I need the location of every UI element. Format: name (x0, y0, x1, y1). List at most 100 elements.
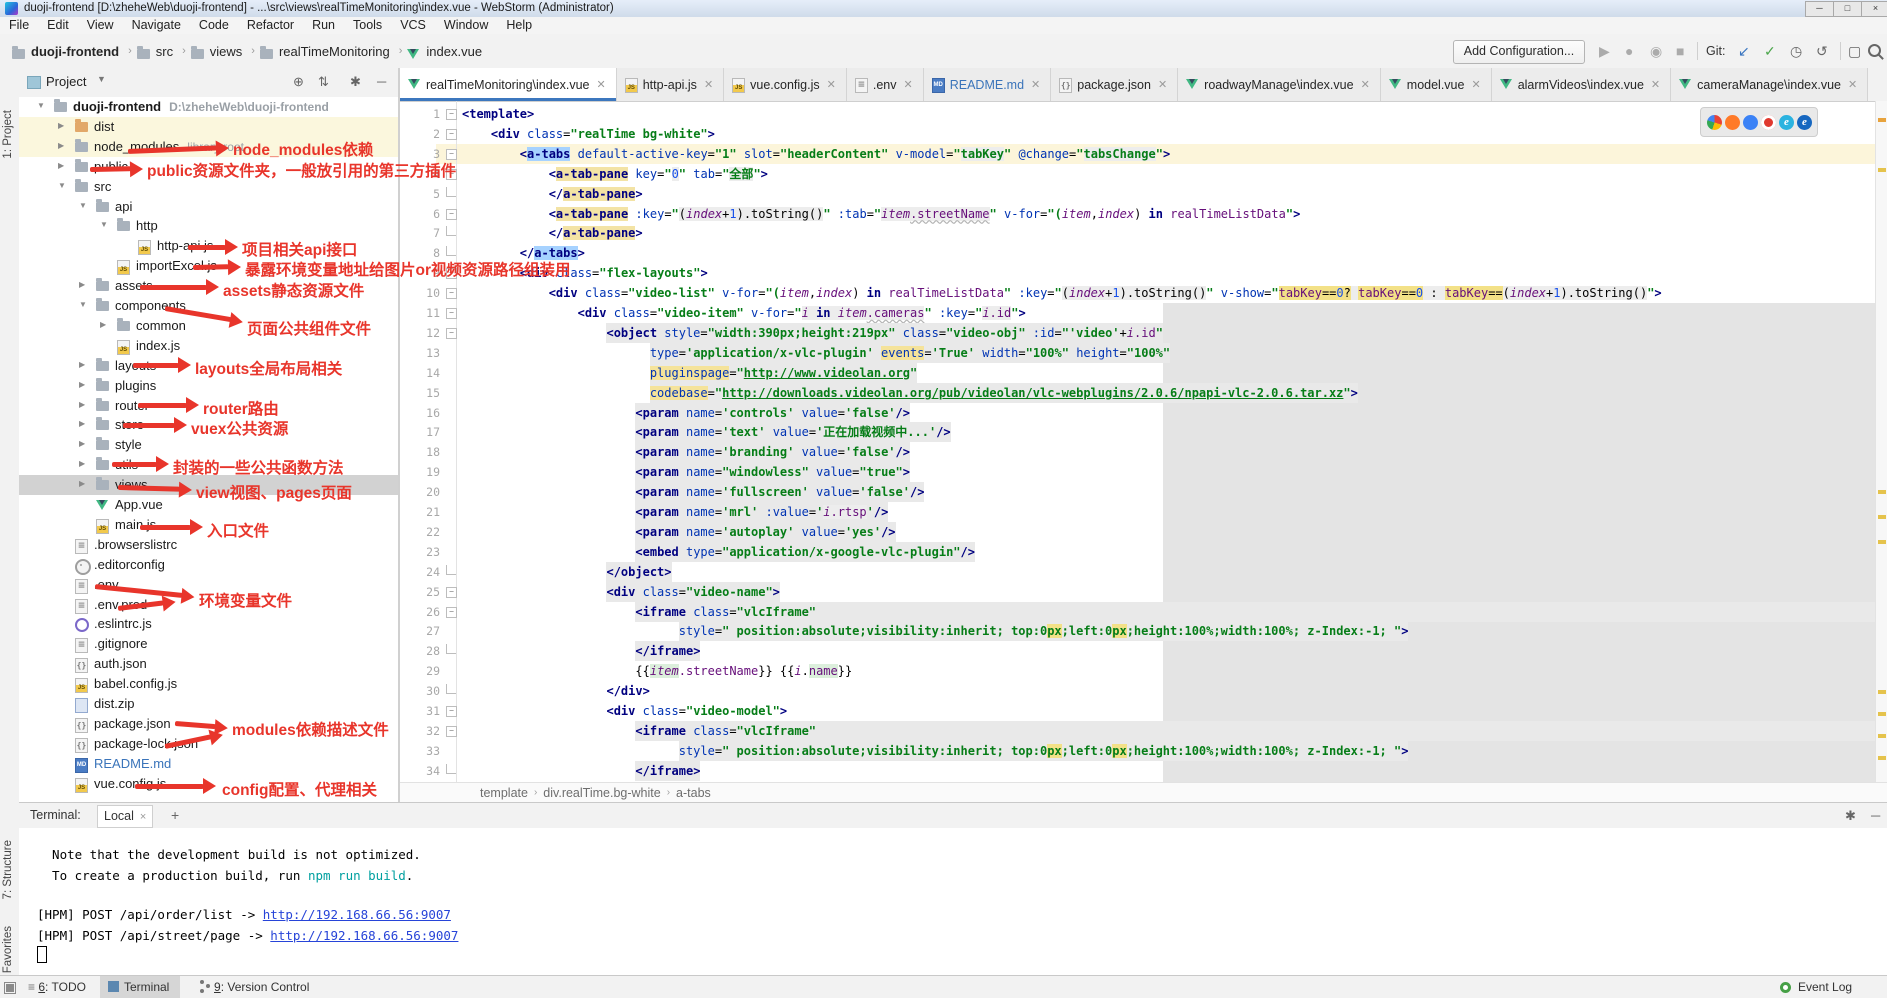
line-number[interactable]: 13 (402, 343, 440, 363)
line-number[interactable]: 33 (402, 741, 440, 761)
close-icon[interactable]: ✕ (1848, 78, 1857, 91)
project-panel-title[interactable]: Project (46, 74, 86, 89)
line-number[interactable]: 7 (402, 223, 440, 243)
scrollbar-mark[interactable] (1878, 168, 1886, 172)
menu-item-vcs[interactable]: VCS (391, 17, 435, 34)
scrollbar-mark[interactable] (1878, 690, 1886, 694)
breadcrumb-item[interactable]: duoji-frontend (12, 44, 119, 59)
chevron-right-icon[interactable]: ▶ (79, 459, 85, 468)
breadcrumb-item[interactable]: ›realTimeMonitoring (246, 44, 389, 59)
scrollbar-mark[interactable] (1878, 712, 1886, 716)
maximize-button[interactable]: □ (1833, 1, 1862, 17)
fold-end-icon[interactable] (446, 684, 456, 694)
fold-marker-icon[interactable]: − (446, 308, 457, 319)
close-icon[interactable]: ✕ (904, 78, 913, 91)
code-line[interactable]: <param name='mrl' :value='i.rtsp'/> (462, 502, 888, 522)
close-icon[interactable]: ✕ (827, 78, 836, 91)
chrome-browser-icon[interactable] (1707, 115, 1722, 130)
code-line[interactable]: <param name='text' value='正在加载视频中...'/> (462, 422, 951, 442)
line-number[interactable]: 31 (402, 701, 440, 721)
line-number[interactable]: 26 (402, 602, 440, 622)
terminal-link[interactable]: http://192.168.66.56:9007 (270, 928, 458, 943)
chevron-right-icon[interactable]: ▶ (58, 161, 64, 170)
close-icon[interactable]: ✕ (1361, 78, 1370, 91)
editor-scrollbar[interactable] (1875, 101, 1887, 782)
code-line[interactable]: </iframe> (462, 641, 700, 661)
scrollbar-mark[interactable] (1878, 490, 1886, 494)
code-line[interactable]: <div class="video-name"> (462, 582, 780, 602)
code-line[interactable]: <template> (462, 104, 534, 124)
code-line[interactable]: <param name='controls' value='false'/> (462, 403, 910, 423)
terminal-button[interactable]: Terminal (100, 976, 180, 998)
line-number[interactable]: 28 (402, 641, 440, 661)
code-line[interactable]: <param name='autoplay' value='yes'/> (462, 522, 896, 542)
run-anything-icon[interactable]: ▢ (1848, 41, 1861, 61)
breadcrumb-item[interactable]: ›src (123, 44, 173, 59)
code-line[interactable]: <div class="video-list" v-for="(item,ind… (462, 283, 1662, 303)
code-line[interactable]: <a-tab-pane :key="(index+1).toString()" … (462, 204, 1300, 224)
fold-marker-icon[interactable]: − (446, 109, 457, 120)
stripe-structure-button[interactable]: 7: Structure (2, 840, 14, 899)
breadcrumb-item[interactable]: ›index.vue (394, 44, 482, 59)
chevron-right-icon[interactable]: ▶ (79, 280, 85, 289)
code-line[interactable]: </a-tab-pane> (462, 223, 643, 243)
chevron-right-icon[interactable]: ▶ (58, 121, 64, 130)
fold-marker-icon[interactable]: − (446, 587, 457, 598)
line-number[interactable]: 34 (402, 761, 440, 781)
code-line[interactable]: </div> (462, 681, 650, 701)
menu-item-refactor[interactable]: Refactor (238, 17, 303, 34)
locate-file-icon[interactable]: ⊕ (293, 74, 304, 90)
line-number[interactable]: 23 (402, 542, 440, 562)
fold-end-icon[interactable] (446, 187, 456, 197)
fold-end-icon[interactable] (446, 226, 456, 236)
fold-marker-icon[interactable]: − (446, 328, 457, 339)
safari-browser-icon[interactable] (1743, 115, 1758, 130)
editor-tab[interactable]: model.vue✕ (1381, 68, 1492, 101)
minimize-terminal-icon[interactable]: ─ (1871, 808, 1880, 823)
code-line[interactable]: {{item.streetName}} {{i.name}} (462, 661, 852, 681)
panel-settings-icon[interactable]: ✱ (350, 74, 361, 90)
menu-item-code[interactable]: Code (190, 17, 238, 34)
chevron-down-icon[interactable]: ▼ (97, 74, 106, 84)
line-number[interactable]: 16 (402, 403, 440, 423)
tree-item--editorconfig[interactable]: .editorconfig (19, 555, 398, 575)
search-icon[interactable] (1868, 44, 1881, 57)
chevron-right-icon[interactable]: ▶ (100, 320, 106, 329)
line-number[interactable]: 30 (402, 681, 440, 701)
fold-marker-icon[interactable]: − (446, 288, 457, 299)
fold-marker-icon[interactable]: − (446, 706, 457, 717)
chevron-down-icon[interactable]: ▼ (58, 181, 66, 190)
line-number[interactable]: 2 (402, 124, 440, 144)
git-commit-icon[interactable]: ✓ (1764, 41, 1776, 61)
line-number[interactable]: 25 (402, 582, 440, 602)
line-number[interactable]: 32 (402, 721, 440, 741)
close-icon[interactable]: ✕ (1651, 78, 1660, 91)
tree-item-duoji-frontend[interactable]: ▼duoji-frontendD:\zheheWeb\duoji-fronten… (19, 97, 398, 117)
scrollbar-mark[interactable] (1878, 540, 1886, 544)
todo-button[interactable]: ≡ 6: TODO (28, 976, 86, 998)
tree-item-auth-json[interactable]: auth.json (19, 654, 398, 674)
chevron-right-icon[interactable]: ▶ (79, 400, 85, 409)
code-line[interactable]: style=" position:absolute;visibility:inh… (462, 621, 1408, 641)
tree-item--eslintrc-js[interactable]: .eslintrc.js (19, 614, 398, 634)
line-number[interactable]: 11 (402, 303, 440, 323)
editor-tab[interactable]: README.md✕ (924, 68, 1052, 101)
code-line[interactable]: style=" position:absolute;visibility:inh… (462, 741, 1408, 761)
menu-item-file[interactable]: File (0, 17, 38, 34)
menu-item-run[interactable]: Run (303, 17, 344, 34)
editor-breadcrumb-item[interactable]: template (480, 786, 528, 800)
event-log-icon[interactable] (1780, 982, 1791, 993)
menu-item-tools[interactable]: Tools (344, 17, 391, 34)
chevron-right-icon[interactable]: ▶ (79, 439, 85, 448)
fold-marker-icon[interactable]: − (446, 607, 457, 618)
close-icon[interactable]: ✕ (1471, 78, 1480, 91)
fold-end-icon[interactable] (446, 565, 456, 575)
scrollbar-mark[interactable] (1878, 756, 1886, 760)
editor-breadcrumb-item[interactable]: div.realTime.bg-white (543, 786, 660, 800)
tool-switcher-icon[interactable] (4, 982, 16, 994)
breadcrumb-item[interactable]: ›views (177, 44, 242, 59)
chevron-down-icon[interactable]: ▼ (79, 201, 87, 210)
editor-tab[interactable]: http-api.js✕ (617, 68, 724, 101)
line-number[interactable]: 29 (402, 661, 440, 681)
code-line[interactable]: <div class="realTime bg-white"> (462, 124, 715, 144)
